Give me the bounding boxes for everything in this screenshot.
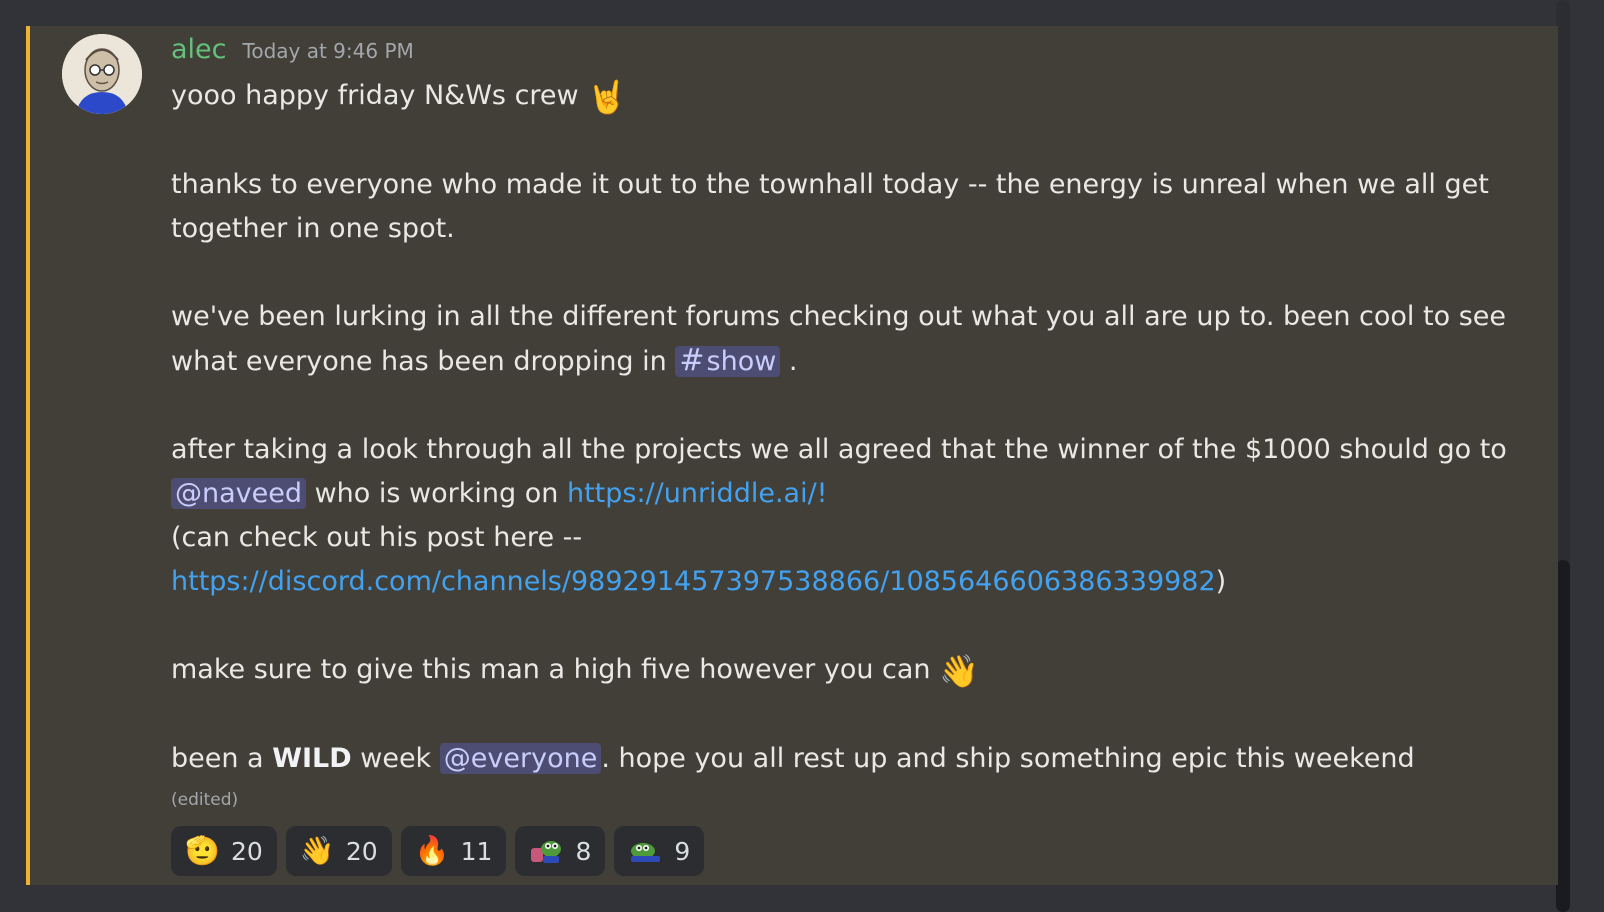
unriddle-link[interactable]: https://unriddle.ai/! (567, 478, 828, 509)
paragraph-3-end: . (788, 346, 798, 377)
paragraph-6-text: make sure to give this man a high five h… (171, 654, 931, 685)
edited-label: (edited) (171, 790, 239, 810)
waving-hand-emoji: 👋 (299, 834, 335, 867)
reaction-salute[interactable]: 🫡 20 (171, 826, 277, 876)
scrollbar-thumb[interactable] (1556, 560, 1570, 912)
message-container: alec Today at 9:46 PM yooo happy friday … (26, 26, 1558, 885)
reaction-count: 11 (460, 836, 493, 866)
message-paragraph-5: (can check out his post here -- https://… (171, 516, 1511, 604)
paragraph-3-text: we've been lurking in all the different … (171, 301, 1506, 377)
channel-hash-icon: # (679, 343, 705, 378)
avatar-image (62, 34, 142, 114)
message-paragraph-6: make sure to give this man a high five h… (171, 648, 1511, 693)
message-paragraph-7: been a WILD week @everyone. hope you all… (171, 737, 1511, 781)
timestamp[interactable]: Today at 9:46 PM (243, 39, 414, 63)
paragraph-5-end: ) (1215, 566, 1227, 597)
pepe-custom-emoji (529, 838, 563, 864)
paragraph-7-start: been a (171, 743, 264, 774)
paragraph-5-text: (can check out his post here -- (171, 522, 583, 553)
pepe-lying-custom-emoji (628, 838, 662, 864)
channel-name: show (706, 346, 777, 377)
message-paragraph-4: after taking a look through all the proj… (171, 428, 1511, 516)
bold-wild-text: WILD (272, 743, 352, 774)
reaction-count: 8 (575, 836, 592, 866)
reaction-pepe-lying[interactable]: 9 (614, 826, 705, 876)
reaction-count: 20 (345, 836, 378, 866)
username[interactable]: alec (171, 34, 227, 65)
reaction-pepe[interactable]: 8 (515, 826, 606, 876)
rock-on-emoji[interactable]: 🤘 (587, 75, 627, 119)
message-paragraph-2: thanks to everyone who made it out to th… (171, 169, 1489, 244)
paragraph-4-text: after taking a look through all the proj… (171, 434, 1507, 465)
reaction-count: 9 (674, 836, 691, 866)
message-paragraph-3: we've been lurking in all the different … (171, 295, 1511, 384)
paragraph-7-week: week (360, 743, 432, 774)
fire-emoji: 🔥 (414, 834, 450, 867)
everyone-mention[interactable]: @everyone (439, 743, 602, 774)
reaction-fire[interactable]: 🔥 11 (400, 826, 507, 876)
message-content: yooo happy friday N&Ws crew 🤘 thanks to … (171, 74, 1511, 781)
paragraph-4-mid: who is working on (314, 478, 559, 509)
salute-face-emoji: 🫡 (185, 834, 220, 867)
greeting-text: yooo happy friday N&Ws crew (171, 80, 579, 111)
avatar[interactable] (62, 34, 142, 114)
message-line-1: yooo happy friday N&Ws crew 🤘 (171, 74, 1511, 119)
reaction-wave[interactable]: 👋 20 (285, 826, 392, 876)
paragraph-7-end: . hope you all rest up and ship somethin… (601, 743, 1415, 774)
reactions-bar: 🫡 20 👋 20 🔥 11 8 9 (171, 826, 705, 876)
user-mention-naveed[interactable]: @naveed (171, 478, 306, 509)
channel-mention-show[interactable]: #show (675, 343, 781, 378)
waving-hand-emoji[interactable]: 👋 (939, 649, 979, 693)
message-header: alec Today at 9:46 PM (171, 34, 414, 65)
reaction-count: 20 (231, 836, 263, 866)
discord-post-link[interactable]: https://discord.com/channels/98929145739… (171, 566, 1216, 597)
